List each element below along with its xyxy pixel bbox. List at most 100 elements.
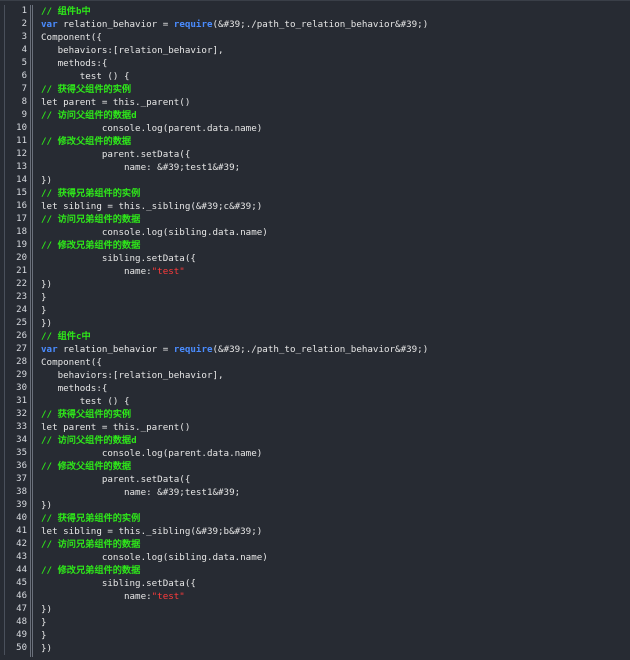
code-token-comment: // 获得父组件的实例 (41, 409, 132, 420)
code-token-plain: let parent = this._parent() (41, 422, 191, 433)
code-line[interactable]: behaviors:[relation_behavior], (41, 44, 626, 57)
code-line[interactable]: }) (41, 174, 626, 187)
code-token-comment: // 访问兄弟组件的数据 (41, 539, 141, 550)
code-line[interactable]: console.log(sibling.data.name) (41, 226, 626, 239)
code-token-comment: // 修改兄弟组件的数据 (41, 240, 141, 251)
code-line[interactable]: test () { (41, 70, 626, 83)
line-number: 45 (16, 578, 27, 588)
code-line[interactable]: }) (41, 603, 626, 616)
code-token-comment: // 修改父组件的数据 (41, 136, 132, 147)
code-token-plain: }) (41, 604, 53, 615)
code-line[interactable]: } (41, 304, 626, 317)
code-line[interactable]: var relation_behavior = require(&#39;./p… (41, 18, 626, 31)
code-line[interactable]: // 修改父组件的数据 (41, 135, 626, 148)
code-line[interactable]: // 修改兄弟组件的数据 (41, 239, 626, 252)
code-token-plain: }) (41, 500, 53, 511)
code-token-plain: relation_behavior = (57, 19, 174, 30)
code-line[interactable]: // 组件c中 (41, 330, 626, 343)
code-line[interactable]: // 修改父组件的数据 (41, 460, 626, 473)
code-line[interactable]: console.log(sibling.data.name) (41, 551, 626, 564)
line-number: 24 (16, 305, 27, 315)
code-line[interactable]: // 访问兄弟组件的数据 (41, 213, 626, 226)
code-line[interactable]: name: &#39;test1&#39; (41, 161, 626, 174)
line-number: 41 (16, 526, 27, 536)
code-line[interactable]: behaviors:[relation_behavior], (41, 369, 626, 382)
line-number: 1 (21, 6, 27, 16)
line-number: 23 (16, 292, 27, 302)
code-line[interactable]: name: &#39;test1&#39; (41, 486, 626, 499)
line-number: 4 (21, 45, 27, 55)
code-token-plain: console.log(sibling.data.name) (41, 227, 268, 238)
code-line[interactable]: // 访问兄弟组件的数据 (41, 538, 626, 551)
line-number: 3 (21, 32, 27, 42)
code-line[interactable]: name:"test" (41, 265, 626, 278)
code-area[interactable]: // 组件b中 var relation_behavior = require(&… (41, 5, 626, 657)
code-line[interactable]: // 获得兄弟组件的实例 (41, 187, 626, 200)
line-number: 20 (16, 253, 27, 263)
code-line[interactable]: // 组件b中 (41, 5, 626, 18)
code-token-comment: // 修改父组件的数据 (41, 461, 132, 472)
line-number: 12 (16, 149, 27, 159)
line-number: 31 (16, 396, 27, 406)
code-line[interactable]: } (41, 291, 626, 304)
code-token-plain: name: &#39;test1&#39; (41, 162, 241, 173)
code-line[interactable]: test () { (41, 395, 626, 408)
code-token-plain: behaviors:[relation_behavior], (41, 45, 224, 56)
code-token-plain: }) (41, 279, 53, 290)
code-line[interactable]: // 访问父组件的数据d (41, 434, 626, 447)
line-number: 38 (16, 487, 27, 497)
code-line[interactable]: Component({ (41, 31, 626, 44)
code-line[interactable]: let sibling = this._sibling(&#39;c&#39;) (41, 200, 626, 213)
code-token-plain: } (41, 617, 47, 628)
line-number: 16 (16, 201, 27, 211)
code-line[interactable]: // 修改兄弟组件的数据 (41, 564, 626, 577)
code-token-plain: sibling.setData({ (41, 253, 196, 264)
code-line[interactable]: parent.setData({ (41, 148, 626, 161)
code-token-keyword: require (173, 344, 213, 355)
code-line[interactable]: sibling.setData({ (41, 252, 626, 265)
line-number: 21 (16, 266, 27, 276)
line-number-gutter: 1 2 3 4 5 6 7 8 9 10 11 12 13 14 15 16 17 18 19 20 21 22 23 24 2… (5, 5, 31, 657)
line-number: 25 (16, 318, 27, 328)
code-token-plain: }) (41, 318, 53, 329)
code-line[interactable]: console.log(parent.data.name) (41, 447, 626, 460)
code-token-comment: // 组件c中 (41, 331, 91, 342)
line-number: 48 (16, 617, 27, 627)
code-line[interactable]: } (41, 629, 626, 642)
code-line[interactable]: // 获得父组件的实例 (41, 408, 626, 421)
code-token-comment: // 访问父组件的数据d (41, 110, 137, 121)
line-number: 26 (16, 331, 27, 341)
line-number: 7 (21, 84, 27, 94)
code-token-plain: }) (41, 175, 53, 186)
line-number: 15 (16, 188, 27, 198)
line-number: 5 (21, 58, 27, 68)
code-line[interactable]: // 访问父组件的数据d (41, 109, 626, 122)
line-number: 32 (16, 409, 27, 419)
code-line[interactable]: } (41, 616, 626, 629)
code-line[interactable]: }) (41, 278, 626, 291)
code-line[interactable]: console.log(parent.data.name) (41, 122, 626, 135)
code-line[interactable]: }) (41, 317, 626, 330)
code-line[interactable]: let parent = this._parent() (41, 96, 626, 109)
code-line[interactable]: methods:{ (41, 57, 626, 70)
code-line[interactable]: parent.setData({ (41, 473, 626, 486)
code-line[interactable]: var relation_behavior = require(&#39;./p… (41, 343, 626, 356)
code-token-plain: let parent = this._parent() (41, 97, 191, 108)
code-line[interactable]: // 获得兄弟组件的实例 (41, 512, 626, 525)
code-line[interactable]: Component({ (41, 356, 626, 369)
code-line[interactable]: // 获得父组件的实例 (41, 83, 626, 96)
code-line[interactable]: sibling.setData({ (41, 577, 626, 590)
line-number: 33 (16, 422, 27, 432)
code-token-plain: } (41, 305, 47, 316)
code-line[interactable]: }) (41, 642, 626, 655)
code-line[interactable]: }) (41, 499, 626, 512)
code-token-plain: methods:{ (41, 58, 108, 69)
line-number: 29 (16, 370, 27, 380)
code-line[interactable]: let sibling = this._sibling(&#39;b&#39;) (41, 525, 626, 538)
line-number: 49 (16, 630, 27, 640)
code-line[interactable]: methods:{ (41, 382, 626, 395)
code-editor[interactable]: 1 2 3 4 5 6 7 8 9 10 11 12 13 14 15 16 17 18 19 20 21 22 23 24 2… (0, 0, 630, 660)
code-line[interactable]: let parent = this._parent() (41, 421, 626, 434)
code-line[interactable]: name:"test" (41, 590, 626, 603)
line-number: 13 (16, 162, 27, 172)
